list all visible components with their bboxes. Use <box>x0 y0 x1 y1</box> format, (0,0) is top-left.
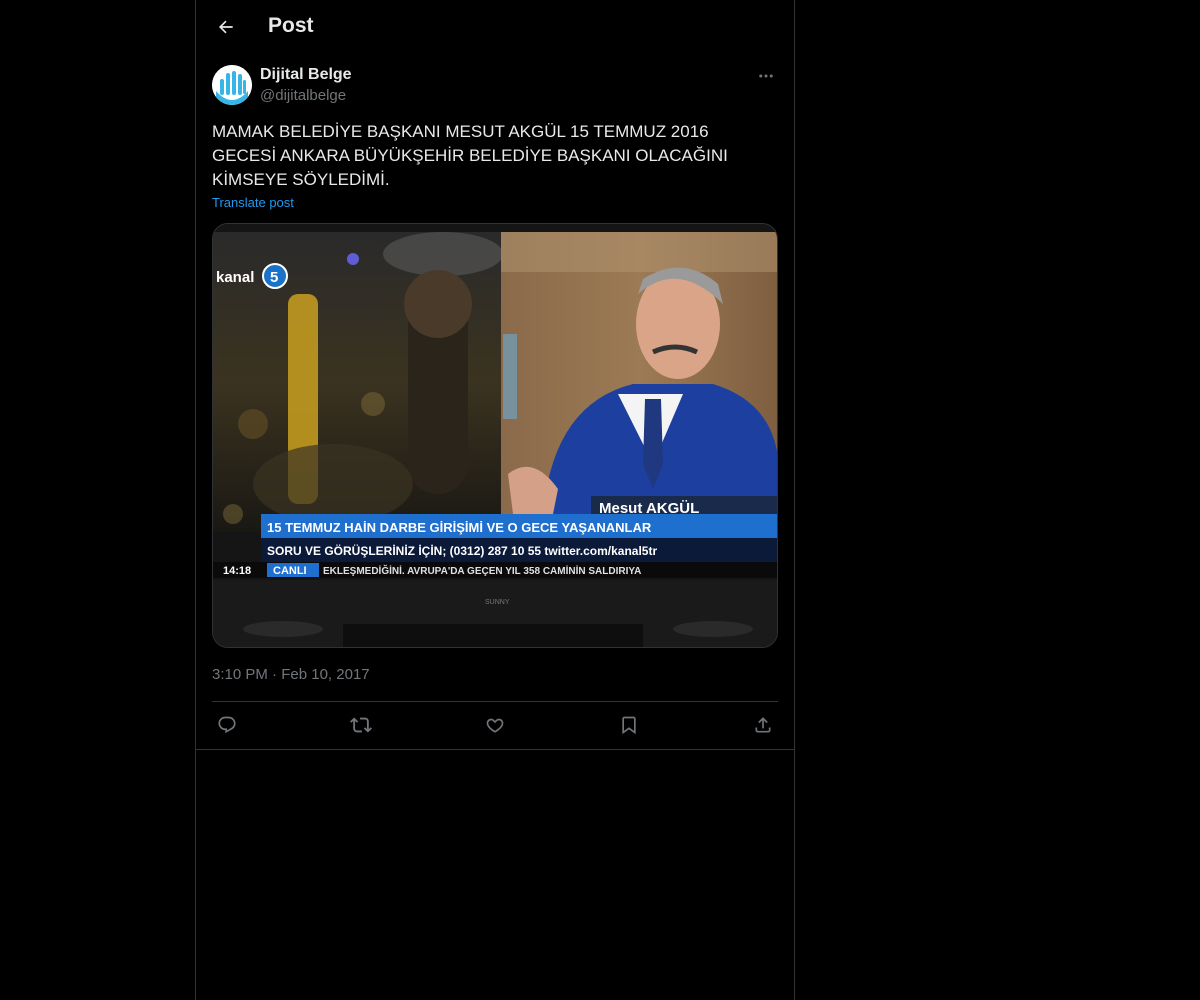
kanal5-logo: kanal <box>216 269 254 286</box>
post-media-image[interactable]: kanal 5 Mesut AKGÜL 15 TEMMUZ HAİN DARBE… <box>212 223 778 648</box>
bookmark-button[interactable] <box>618 714 640 736</box>
like-button[interactable] <box>484 714 506 736</box>
post-time: 3:10 PM <box>212 666 268 683</box>
author-name[interactable]: Dijital Belge <box>260 66 352 84</box>
subline-caption: SORU VE GÖRÜŞLERİNİZ İÇİN; (0312) 287 10… <box>267 543 657 558</box>
post-author: Dijital Belge @dijitalbelge <box>212 64 778 106</box>
post-text: MAMAK BELEDİYE BAŞKANI MESUT AKGÜL 15 TE… <box>212 122 728 189</box>
clock-caption: 14:18 <box>223 565 251 577</box>
page-header: Post <box>196 0 794 54</box>
share-button[interactable] <box>752 714 774 736</box>
translate-post-link[interactable]: Translate post <box>212 195 294 210</box>
avatar[interactable] <box>212 65 252 105</box>
repost-icon <box>350 717 372 733</box>
more-button[interactable] <box>754 64 778 88</box>
post-column: Post Dijital Belge @dijitalbelge MAMAK B… <box>195 0 795 1000</box>
more-horizontal-icon <box>759 74 773 78</box>
post-timestamp[interactable]: 3:10 PM · Feb 10, 2017 <box>212 666 370 683</box>
live-caption: CANLI <box>273 565 307 577</box>
post-actions <box>212 702 778 748</box>
bookmark-icon <box>622 716 636 735</box>
svg-text:5: 5 <box>270 269 278 286</box>
hand-logo-avatar <box>212 65 252 105</box>
divider <box>196 749 794 750</box>
timestamp-separator: · <box>272 666 278 683</box>
share-icon <box>755 717 771 733</box>
tv-brand-label: SUNNY <box>485 599 510 606</box>
back-button[interactable] <box>208 9 244 45</box>
headline-caption: 15 TEMMUZ HAİN DARBE GİRİŞİMİ VE O GECE … <box>267 520 652 535</box>
reply-button[interactable] <box>216 714 238 736</box>
ticker-caption: EKLEŞMEDİĞİNİ. AVRUPA'DA GEÇEN YIL 358 C… <box>323 564 641 577</box>
repost-button[interactable] <box>350 714 372 736</box>
arrow-left-icon <box>218 20 233 34</box>
post-date: Feb 10, 2017 <box>281 666 370 683</box>
heart-icon <box>486 718 504 733</box>
author-handle[interactable]: @dijitalbelge <box>260 87 346 104</box>
tv-screenshot-image: kanal 5 Mesut AKGÜL 15 TEMMUZ HAİN DARBE… <box>213 224 777 647</box>
page-title: Post <box>268 14 314 37</box>
reply-icon <box>218 716 236 734</box>
